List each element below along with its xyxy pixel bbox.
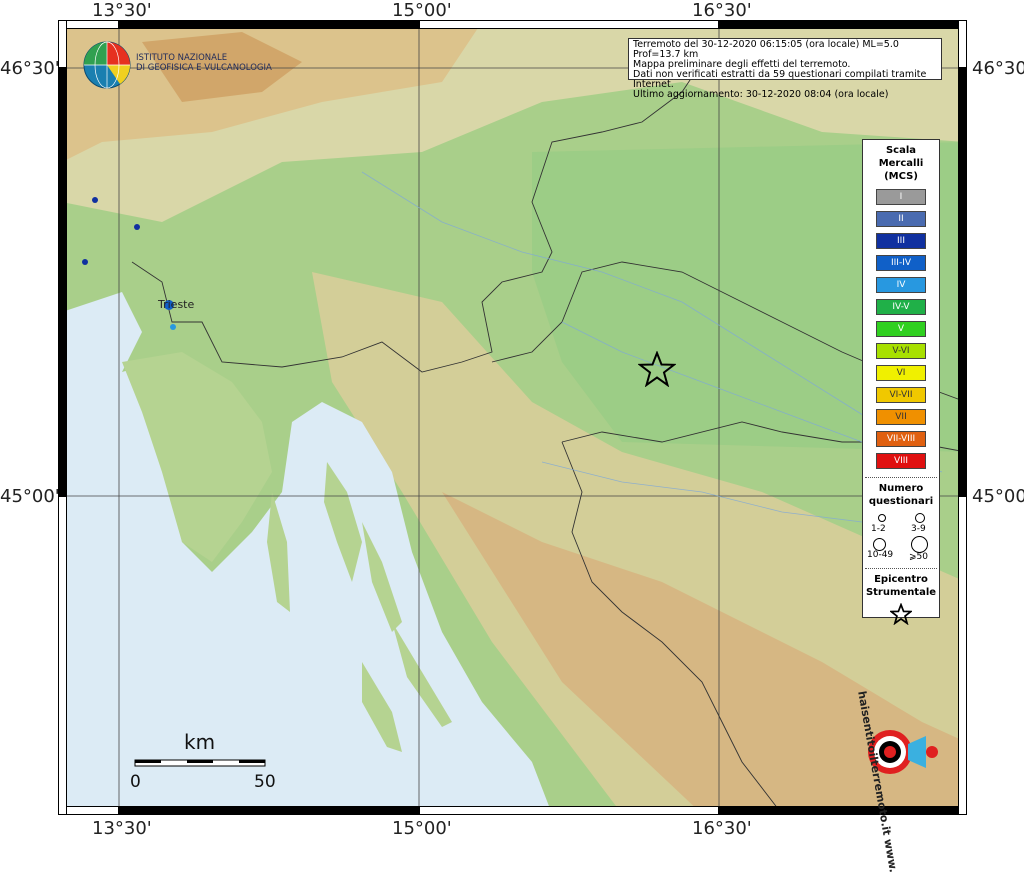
info-line4: Ultimo aggiornamento: 30-12-2020 08:04 (… — [633, 89, 889, 100]
event-info-box: Terremoto del 30-12-2020 06:15:05 (ora l… — [628, 38, 942, 100]
intensity-point[interactable] — [134, 224, 140, 230]
frame-right-2 — [958, 496, 967, 815]
legend-title-3: (MCS) — [884, 171, 918, 182]
ingv-logo-icon — [83, 41, 131, 89]
count-circle-medium-icon — [915, 513, 925, 523]
mcs-level-viii: VIII — [876, 453, 926, 469]
map-area[interactable]: Trieste — [62, 22, 966, 814]
map-svg — [62, 22, 966, 814]
scale-end: 50 — [254, 772, 276, 792]
scale-unit: km — [184, 730, 216, 754]
legend-separator — [865, 477, 937, 478]
lat-label-left-2: 45°00' — [0, 486, 60, 507]
intensity-point[interactable] — [92, 197, 98, 203]
lon-label-top-2: 15°00' — [392, 0, 452, 21]
count-label-4: ⩾50 — [909, 552, 928, 562]
mcs-level-iii: III — [876, 233, 926, 249]
logo-line2: DI GEOFISICA E VULCANOLOGIA — [136, 63, 272, 73]
legend-title-2: Mercalli — [878, 158, 924, 169]
mcs-level-ii: II — [876, 211, 926, 227]
epicenter-title-2: Strumentale — [865, 587, 937, 598]
frame-left-2 — [58, 496, 67, 815]
frame-right-top — [958, 20, 967, 68]
count-circle-small-icon — [878, 514, 886, 522]
lat-label-right-2: 45°00' — [972, 486, 1024, 507]
mcs-level-v: V — [876, 321, 926, 337]
mcs-level-iv-v: IV-V — [876, 299, 926, 315]
legend-separator-2 — [865, 568, 937, 569]
mcs-level-vii: VII — [876, 409, 926, 425]
legend-title-1: Scala — [885, 145, 917, 156]
count-symbols: 1-2 3-9 10-49 ⩾50 — [863, 508, 939, 562]
frame-bottom-3 — [719, 806, 966, 815]
lon-label-top-1: 13°30' — [92, 0, 152, 21]
lon-label-bottom-3: 16°30' — [692, 818, 752, 839]
count-label-2: 3-9 — [911, 524, 926, 534]
frame-right-1 — [958, 68, 967, 496]
lon-label-bottom-1: 13°30' — [92, 818, 152, 839]
mcs-level-vii-viii: VII-VIII — [876, 431, 926, 447]
scale-bar — [134, 759, 266, 767]
frame-bottom-2 — [419, 806, 719, 815]
legend-star-icon — [888, 602, 914, 626]
lon-label-top-3: 16°30' — [692, 0, 752, 21]
frame-top-3 — [719, 20, 966, 29]
frame-bottom-1 — [119, 806, 419, 815]
count-label-1: 1-2 — [871, 524, 886, 534]
frame-left-1 — [58, 68, 67, 496]
mcs-level-i: I — [876, 189, 926, 205]
mcs-level-v-vi: V-VI — [876, 343, 926, 359]
count-circle-xlarge-icon — [911, 536, 928, 553]
intensity-point[interactable] — [170, 324, 176, 330]
mcs-level-vi-vii: VI-VII — [876, 387, 926, 403]
logo-line1: ISTITUTO NAZIONALE — [136, 53, 228, 63]
frame-top-left — [62, 20, 119, 29]
mcs-level-iii-iv: III-IV — [876, 255, 926, 271]
intensity-point[interactable] — [82, 259, 88, 265]
city-label-trieste: Trieste — [158, 298, 195, 311]
epicenter-star-icon[interactable] — [638, 351, 676, 387]
lat-label-right-1: 46°30' — [972, 58, 1024, 79]
count-label-3: 10-49 — [867, 550, 894, 560]
frame-bottom-left — [62, 806, 119, 815]
count-title-1: Numero — [878, 483, 924, 494]
frame-top-1 — [119, 20, 419, 29]
lon-label-bottom-2: 15°00' — [392, 818, 452, 839]
info-line1: Terremoto del 30-12-2020 06:15:05 (ora l… — [633, 39, 899, 60]
scale-start: 0 — [130, 772, 141, 792]
lat-label-left-1: 46°30' — [0, 58, 60, 79]
count-title-2: questionari — [868, 496, 934, 507]
mcs-level-vi: VI — [876, 365, 926, 381]
mcs-scale-list: I II III III-IV IV IV-V V V-VI VI VI-VII VII VII-VI… — [863, 189, 939, 469]
info-line3: Dati non verificati estratti da 59 quest… — [633, 69, 927, 90]
mcs-level-iv: IV — [876, 277, 926, 293]
frame-top-2 — [419, 20, 719, 29]
legend: Scala Mercalli (MCS) I II III III-IV IV IV-V V… — [862, 139, 940, 626]
epicenter-title-1: Epicentro — [874, 574, 928, 585]
